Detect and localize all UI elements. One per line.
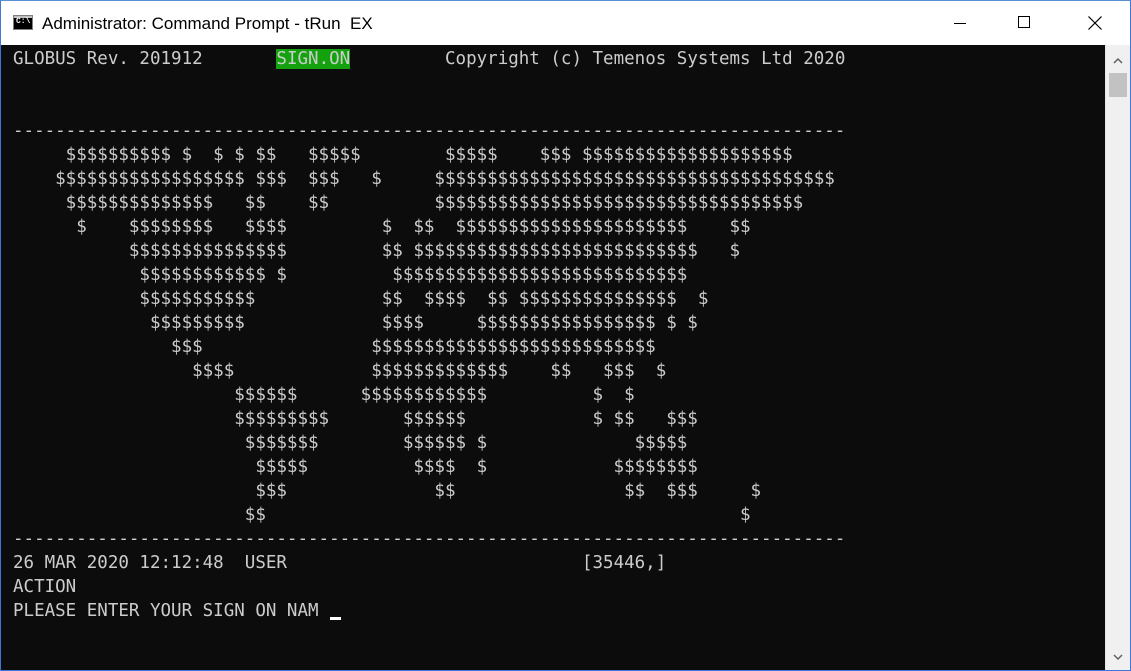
banner-art-line: $$$$$$$ $$$$$$ $ $$$$$ — [13, 433, 688, 453]
banner-art-line: $$$$$$$$$$$$$$$$$$ $$$ $$$ $ $$$$$$$$$$$… — [13, 169, 835, 189]
sign-on-prompt: PLEASE ENTER YOUR SIGN ON NAM — [13, 601, 330, 621]
banner-art-line: $$$$$$$$$$$$ $ $$$$$$$$$$$$$$$$$$$$$$$$$… — [13, 265, 688, 285]
prompt-line[interactable]: PLEASE ENTER YOUR SIGN ON NAM — [13, 600, 342, 622]
copyright-text: Copyright (c) Temenos Systems Ltd 2020 — [445, 49, 846, 69]
scroll-down-button[interactable] — [1106, 646, 1130, 668]
scroll-down-arrow-icon — [1113, 654, 1123, 661]
scroll-up-button[interactable] — [1106, 50, 1130, 72]
cmd-icon-glyph: C:\ — [16, 17, 31, 26]
minimize-button[interactable] — [937, 1, 983, 45]
banner-art-line: $$$$ $$$$$$$$$$$$$ $$ $$$ $ — [13, 361, 667, 381]
banner-art-line: $ $$$$$$$$ $$$$ $ $$ $$$$$$$$$$$$$$$$$$$… — [13, 217, 751, 237]
action-label: ACTION — [13, 577, 77, 597]
command-prompt-window: C:\ Administrator: Command Prompt - tRun… — [0, 0, 1131, 671]
title-bar[interactable]: C:\ Administrator: Command Prompt - tRun… — [1, 1, 1130, 45]
vertical-scrollbar[interactable] — [1105, 45, 1130, 670]
window-title: Administrator: Command Prompt - tRun EX — [42, 14, 373, 33]
banner-art-line: $$$ $$$$$$$$$$$$$$$$$$$$$$$$$$$ — [13, 337, 656, 357]
separator-bottom: ----------------------------------------… — [13, 529, 846, 549]
scroll-thumb[interactable] — [1109, 73, 1127, 97]
screen-name: SIGN.ON — [276, 49, 351, 69]
text-cursor — [330, 617, 342, 620]
close-button[interactable] — [1072, 1, 1118, 45]
banner-art-line: $$$$$$$$$$$ $$ $$$$ $$ $$$$$$$$$$$$$$$ $ — [13, 289, 709, 309]
banner-art-line: $$$$$$$$$ $$$$ $$$$$$$$$$$$$$$$$ $ $ — [13, 313, 698, 333]
console-output[interactable]: GLOBUS Rev. 201912 SIGN.ON Copyright (c)… — [1, 45, 1105, 670]
cmd-icon[interactable]: C:\ — [13, 15, 33, 30]
status-line: 26 MAR 2020 12:12:48 USER [35446,] — [13, 552, 666, 574]
banner-art-line: $$$$$$$$$$$$$$ $$ $$ $$$$$$$$$$$$$$$$$$$… — [13, 193, 804, 213]
banner-art-line: $$$$$$ $$$$$$$$$$$$ $ $ — [13, 385, 635, 405]
session-id: [35446,] — [581, 553, 667, 573]
maximize-button[interactable] — [1002, 1, 1048, 45]
separator-top: ----------------------------------------… — [13, 121, 846, 141]
banner-art-line: $$$$$$$$$$$$$$$ $$ $$$$$$$$$$$$$$$$$$$$$… — [13, 241, 740, 261]
banner-art-line: $$$$$$$$$ $$$$$$ $ $$ $$$ — [13, 409, 698, 429]
close-icon — [1088, 16, 1102, 30]
banner-art-line: $$$$$$$$$$ $ $ $ $$ $$$$$ $$$$$ $$$ $$$$… — [13, 145, 793, 165]
scroll-up-arrow-icon — [1113, 57, 1123, 64]
banner-art-line: $$ $ — [13, 505, 751, 525]
banner-art-line: $$$$$ $$$$ $ $$$$$$$$ — [13, 457, 698, 477]
product-version: GLOBUS Rev. 201912 — [13, 49, 203, 69]
status-user-label: USER — [244, 553, 287, 573]
status-datetime: 26 MAR 2020 12:12:48 — [13, 553, 224, 573]
header-line: GLOBUS Rev. 201912 SIGN.ON Copyright (c)… — [13, 48, 845, 70]
banner-art-line: $$$ $$ $$ $$$ $ — [13, 481, 762, 501]
